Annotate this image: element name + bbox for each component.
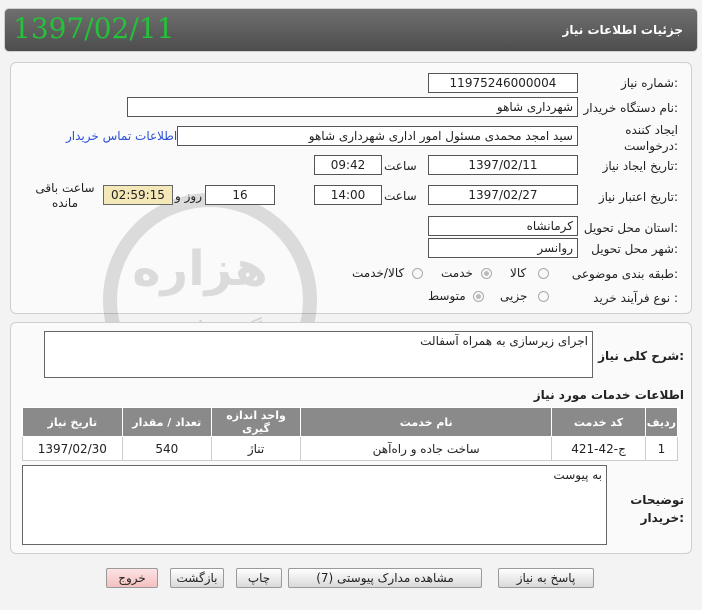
services-table: ردیف کد خدمت نام خدمت واحد اندازه گیری ت… bbox=[22, 407, 679, 461]
validity-date-label: تاریخ اعتبار نیاز: bbox=[598, 190, 678, 204]
buyer-notes-field: به پیوست bbox=[22, 465, 607, 545]
services-title: اطلاعات خدمات مورد نیاز bbox=[533, 388, 684, 402]
buyer-org-label: نام دستگاه خریدار: bbox=[583, 101, 679, 115]
days-label: روز و bbox=[175, 189, 202, 203]
category-radio-service[interactable] bbox=[481, 268, 492, 279]
view-attachments-button[interactable]: مشاهده مدارک پیوستی (7) bbox=[288, 568, 482, 588]
column-header: تعداد / مقدار bbox=[121, 407, 212, 437]
column-header: تاریخ نیاز bbox=[22, 407, 123, 437]
table-cell: ساخت جاده و راه‌آهن bbox=[300, 436, 553, 461]
header-date: 1397/02/11 bbox=[13, 12, 175, 45]
category-radio-both[interactable] bbox=[412, 268, 423, 279]
process-medium-label: متوسط bbox=[428, 289, 466, 303]
process-label: نوع فرآیند خرید : bbox=[593, 291, 678, 305]
process-radio-minor[interactable] bbox=[538, 291, 549, 302]
category-both-label: کالا/خدمت bbox=[352, 266, 405, 280]
svg-text:هزاره: هزاره bbox=[132, 241, 268, 297]
countdown-timer: 02:59:15 bbox=[103, 185, 173, 205]
validity-time-field: 14:00 bbox=[314, 185, 382, 205]
column-header: کد خدمت bbox=[551, 407, 646, 437]
created-date-field: 1397/02/11 bbox=[428, 155, 578, 175]
column-header: نام خدمت bbox=[300, 407, 553, 437]
exit-button[interactable]: خروج bbox=[106, 568, 158, 588]
created-time-label: ساعت bbox=[384, 159, 417, 173]
table-cell: 540 bbox=[121, 436, 212, 461]
reply-button[interactable]: پاسخ به نیاز bbox=[498, 568, 594, 588]
process-minor-label: جزیی bbox=[500, 289, 528, 303]
print-button[interactable]: چاپ bbox=[236, 568, 282, 588]
table-row: 1 ج-42-421 ساخت جاده و راه‌آهن تناژ 540 … bbox=[22, 436, 679, 461]
page-title: جزئیات اطلاعات نیاز bbox=[562, 23, 683, 37]
buyer-notes-label: توضیحات خریدار: bbox=[630, 493, 684, 525]
validity-time-label: ساعت bbox=[384, 189, 417, 203]
category-radio-goods[interactable] bbox=[538, 268, 549, 279]
city-label: شهر محل تحویل: bbox=[591, 242, 678, 256]
validity-date-field: 1397/02/27 bbox=[428, 185, 578, 205]
need-number-field: 11975246000004 bbox=[428, 73, 578, 93]
creator-field: سید امجد محمدی مسئول امور اداری شهرداری … bbox=[177, 126, 578, 146]
buyer-org-field: شهرداری شاهو bbox=[127, 97, 578, 117]
province-field: کرمانشاه bbox=[428, 216, 578, 236]
need-number-label: شماره نیاز: bbox=[620, 76, 678, 90]
days-remaining-field: 16 bbox=[205, 185, 275, 205]
table-header-row: ردیف کد خدمت نام خدمت واحد اندازه گیری ت… bbox=[22, 407, 679, 437]
category-goods-label: کالا bbox=[510, 266, 527, 280]
process-radio-medium[interactable] bbox=[473, 291, 484, 302]
description-label: شرح کلی نیاز: bbox=[598, 349, 684, 363]
province-label: استان محل تحویل: bbox=[583, 221, 678, 235]
column-header: واحد اندازه گیری bbox=[210, 407, 302, 437]
header-bar: جزئیات اطلاعات نیاز 1397/02/11 bbox=[4, 8, 698, 52]
creator-label: ایجاد کننده درخواست: bbox=[624, 123, 678, 153]
created-time-field: 09:42 bbox=[314, 155, 382, 175]
description-field: اجرای زیرسازی به همراه آسفالت bbox=[44, 331, 593, 378]
table-cell: ج-42-421 bbox=[551, 436, 646, 461]
category-service-label: خدمت bbox=[441, 266, 473, 280]
buyer-contact-link[interactable]: اطلاعات تماس خریدار bbox=[66, 129, 177, 143]
table-cell: تناژ bbox=[210, 436, 302, 461]
table-cell: 1397/02/30 bbox=[22, 436, 123, 461]
created-date-label: تاریخ ایجاد نیاز: bbox=[602, 159, 678, 173]
back-button[interactable]: بازگشت bbox=[170, 568, 224, 588]
remaining-label: ساعت باقی مانده bbox=[35, 181, 95, 210]
category-label: طبقه بندی موضوعی: bbox=[571, 267, 678, 281]
column-header: ردیف bbox=[644, 407, 679, 437]
table-cell: 1 bbox=[644, 436, 679, 461]
city-field: روانسر bbox=[428, 238, 578, 258]
